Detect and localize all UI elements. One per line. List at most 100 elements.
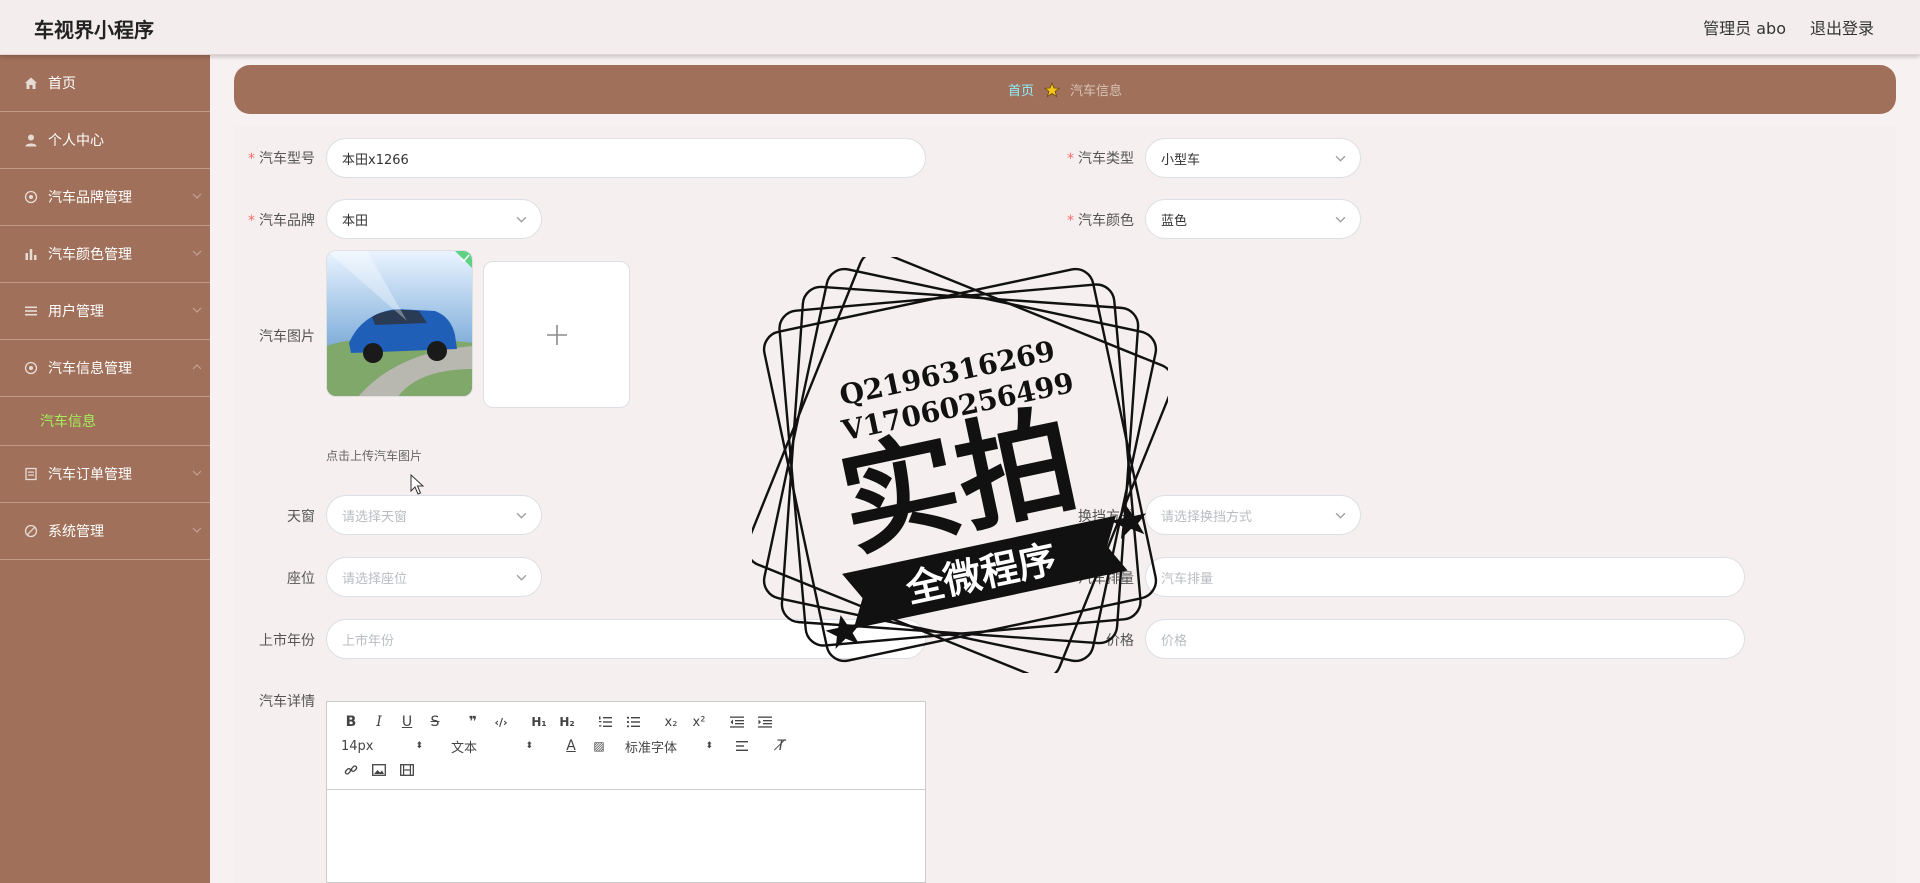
blockquote-icon[interactable]: ❞: [459, 710, 487, 734]
year-input[interactable]: 上市年份: [326, 619, 926, 659]
sidebar-item-car-info[interactable]: 汽车信息管理: [0, 340, 210, 397]
breadcrumb: 首页 汽车信息: [234, 65, 1896, 114]
seat-label: 座位: [287, 571, 315, 587]
chevron-down-icon: [192, 470, 202, 476]
sunroof-select[interactable]: 请选择天窗: [326, 495, 542, 535]
admin-label[interactable]: 管理员 abo: [1703, 15, 1786, 39]
sidebar-item-label: 用户管理: [48, 304, 104, 320]
color-label: * 汽车颜色: [1067, 213, 1134, 229]
bold-icon[interactable]: B: [337, 710, 365, 734]
strike-icon[interactable]: S: [421, 710, 449, 734]
mouse-cursor-icon: [410, 474, 424, 495]
sidebar-item-orders[interactable]: 汽车订单管理: [0, 446, 210, 503]
car-photo: [327, 251, 472, 396]
code-block-icon[interactable]: ‹/›: [487, 710, 515, 734]
plus-icon: [546, 324, 567, 345]
app-title: 车视界小程序: [34, 18, 154, 42]
sidebar-item-home[interactable]: 首页: [0, 55, 210, 112]
sidebar-item-label: 汽车品牌管理: [48, 190, 132, 206]
format-select[interactable]: 文本 ⬍: [447, 735, 537, 757]
rich-text-editor: B I U S ❞ ‹/› H₁ H₂ x₂ x² 14px ⬍ 文本 ⬍ A …: [326, 701, 926, 883]
price-input[interactable]: 价格: [1145, 619, 1745, 659]
chevron-down-icon: [516, 216, 527, 223]
logout-button[interactable]: 退出登录: [1810, 15, 1874, 39]
outdent-icon[interactable]: [723, 710, 751, 734]
menu-icon: [24, 304, 38, 318]
sidebar: 首页 个人中心 汽车品牌管理 汽车颜色管理 用户管理 汽车信息管理 汽车信息 汽…: [0, 55, 210, 883]
heading1-icon[interactable]: H₁: [525, 710, 553, 734]
sidebar-item-label: 汽车订单管理: [48, 467, 132, 483]
year-label: 上市年份: [259, 633, 315, 649]
chevron-down-icon: [192, 307, 202, 313]
top-header: 车视界小程序 管理员 abo 退出登录: [0, 0, 1920, 55]
type-select[interactable]: 小型车: [1145, 138, 1361, 178]
sidebar-item-users[interactable]: 用户管理: [0, 283, 210, 340]
model-input[interactable]: 本田x1266: [326, 138, 926, 178]
sidebar-item-system[interactable]: 系统管理: [0, 503, 210, 560]
chevron-down-icon: [1335, 155, 1346, 162]
ordered-list-icon[interactable]: [591, 710, 619, 734]
sidebar-item-label: 个人中心: [48, 133, 104, 149]
clear-format-icon[interactable]: T̸: [767, 734, 795, 758]
chevron-down-icon: [192, 250, 202, 256]
font-size-select[interactable]: 14px ⬍: [337, 735, 427, 757]
document-icon: [24, 467, 38, 481]
chevron-down-icon: [516, 512, 527, 519]
image-icon[interactable]: [365, 758, 393, 782]
link-icon[interactable]: [337, 758, 365, 782]
displacement-input[interactable]: 汽车排量: [1145, 557, 1745, 597]
chevron-down-icon: [192, 193, 202, 199]
sidebar-item-label: 汽车颜色管理: [48, 247, 132, 263]
sidebar-subitem-car-info[interactable]: 汽车信息: [0, 397, 210, 446]
bar-chart-icon: [24, 247, 38, 261]
chevron-up-icon: [192, 364, 202, 370]
uploaded-car-image[interactable]: [326, 250, 473, 397]
gearshift-select[interactable]: 请选择换挡方式: [1145, 495, 1361, 535]
image-label: 汽车图片: [259, 329, 315, 345]
updown-icon: ⬍: [705, 741, 713, 751]
star-icon: [1044, 81, 1060, 97]
sidebar-item-label: 汽车信息管理: [48, 361, 132, 377]
seat-select[interactable]: 请选择座位: [326, 557, 542, 597]
editor-content-area[interactable]: [327, 790, 925, 883]
settings-icon: [24, 190, 38, 204]
gearshift-label: 换挡方式: [1078, 509, 1134, 525]
detail-label: 汽车详情: [259, 694, 315, 710]
brand-select[interactable]: 本田: [326, 199, 542, 239]
chevron-down-icon: [192, 527, 202, 533]
superscript-icon[interactable]: x²: [685, 710, 713, 734]
sidebar-item-label: 首页: [48, 76, 76, 92]
user-icon: [24, 133, 38, 147]
header-user-area: 管理员 abo 退出登录: [1703, 15, 1874, 39]
upload-add-button[interactable]: [483, 261, 630, 408]
indent-icon[interactable]: [751, 710, 779, 734]
heading2-icon[interactable]: H₂: [553, 710, 581, 734]
breadcrumb-home[interactable]: 首页: [1008, 80, 1034, 99]
sidebar-item-brand[interactable]: 汽车品牌管理: [0, 169, 210, 226]
color-select[interactable]: 蓝色: [1145, 199, 1361, 239]
home-icon: [24, 76, 38, 90]
chevron-down-icon: [1335, 216, 1346, 223]
chevron-down-icon: [1335, 512, 1346, 519]
brand-label: * 汽车品牌: [248, 213, 315, 229]
sidebar-item-profile[interactable]: 个人中心: [0, 112, 210, 169]
sidebar-item-label: 系统管理: [48, 524, 104, 540]
underline-icon[interactable]: U: [393, 710, 421, 734]
breadcrumb-current: 汽车信息: [1070, 84, 1123, 99]
subscript-icon[interactable]: x₂: [657, 710, 685, 734]
font-family-select[interactable]: 标准字体 ⬍: [621, 735, 717, 757]
font-color-icon[interactable]: A: [557, 734, 585, 758]
italic-icon[interactable]: I: [365, 710, 393, 734]
chevron-down-icon: [516, 574, 527, 581]
align-icon[interactable]: [729, 734, 757, 758]
updown-icon: ⬍: [415, 741, 423, 751]
type-label: * 汽车类型: [1067, 151, 1134, 167]
price-label: 价格: [1106, 633, 1134, 649]
video-icon[interactable]: [393, 758, 421, 782]
updown-icon: ⬍: [525, 741, 533, 751]
displacement-label: 汽车排量: [1078, 571, 1134, 587]
settings-icon: [24, 361, 38, 375]
background-color-icon[interactable]: ▨: [585, 734, 613, 758]
sidebar-item-color[interactable]: 汽车颜色管理: [0, 226, 210, 283]
bullet-list-icon[interactable]: [619, 710, 647, 734]
